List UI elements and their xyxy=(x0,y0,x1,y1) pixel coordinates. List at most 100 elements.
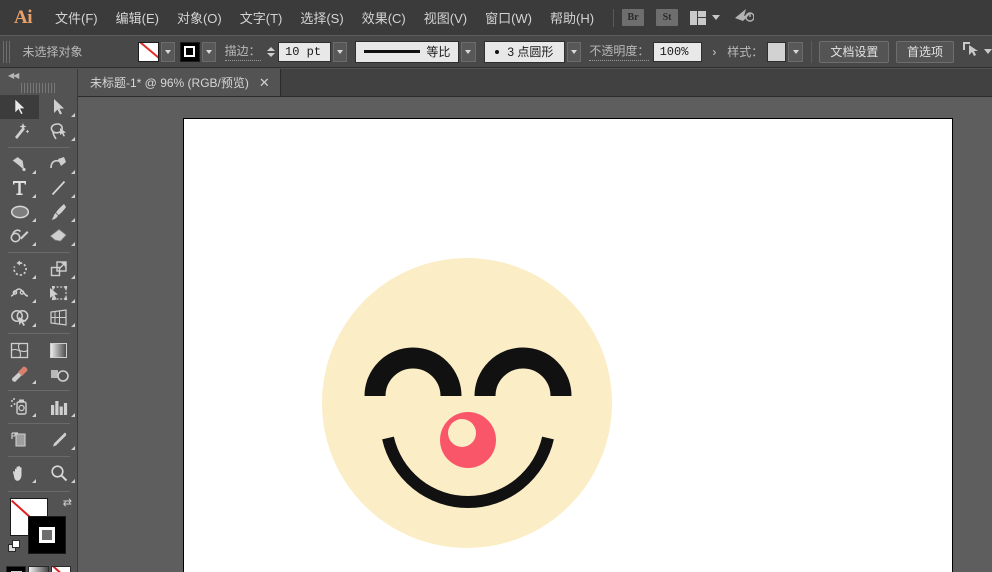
tool-type[interactable] xyxy=(0,176,39,200)
tool-ellipse[interactable] xyxy=(0,200,39,224)
graphic-style-dropdown[interactable] xyxy=(788,42,802,62)
mode-gradient[interactable] xyxy=(28,566,48,572)
tool-zoom[interactable] xyxy=(39,461,78,485)
tool-pen[interactable] xyxy=(0,152,39,176)
nose-highlight xyxy=(448,419,476,447)
tool-selection[interactable] xyxy=(0,95,39,119)
document-setup-button[interactable]: 文档设置 xyxy=(819,41,889,63)
align-to-selection-icon[interactable] xyxy=(962,41,980,62)
canvas-area[interactable]: 学网 stem.com xyxy=(78,97,992,572)
stroke-weight-label: 描边： xyxy=(225,42,261,61)
menu-file[interactable]: 文件(F) xyxy=(46,0,107,35)
swap-fill-stroke-icon[interactable]: ⇄ xyxy=(63,498,72,509)
tool-perspective-grid[interactable] xyxy=(39,305,78,329)
opacity-label: 不透明度： xyxy=(589,42,649,61)
opacity-expand-icon[interactable]: › xyxy=(706,45,722,59)
tool-mesh[interactable] xyxy=(0,338,39,362)
stroke-weight-input[interactable]: 10 pt xyxy=(278,42,331,62)
tool-scale[interactable] xyxy=(39,257,78,281)
stroke-color-indicator[interactable] xyxy=(28,516,66,554)
tools-divider-6 xyxy=(8,456,70,457)
tool-line-segment[interactable] xyxy=(39,176,78,200)
tool-column-graph[interactable] xyxy=(39,395,78,419)
style-label: 样式： xyxy=(727,43,763,60)
tool-hand[interactable] xyxy=(0,461,39,485)
menu-edit[interactable]: 编辑(E) xyxy=(107,0,168,35)
tool-slice[interactable] xyxy=(39,428,78,452)
fill-stroke-controls: ⇄ xyxy=(0,498,78,562)
tool-artboard[interactable] xyxy=(0,428,39,452)
close-icon[interactable]: ✕ xyxy=(259,76,270,89)
stroke-profile-combo[interactable]: 等比 xyxy=(355,41,459,63)
color-mode-row xyxy=(0,562,77,572)
stroke-profile-label: 等比 xyxy=(426,43,450,60)
menu-bar: Ai 文件(F) 编辑(E) 对象(O) 文字(T) 选择(S) 效果(C) 视… xyxy=(0,0,992,35)
tool-width[interactable] xyxy=(0,281,39,305)
creative-cloud-icon[interactable] xyxy=(734,7,754,28)
menu-object[interactable]: 对象(O) xyxy=(168,0,231,35)
document-tab-bar: 未标题-1* @ 96% (RGB/预览) ✕ xyxy=(78,69,992,97)
menubar-divider xyxy=(613,9,614,27)
brush-definition-dropdown[interactable] xyxy=(567,42,581,62)
tool-paintbrush[interactable] xyxy=(39,200,78,224)
tool-eraser[interactable] xyxy=(39,224,78,248)
control-bar-divider xyxy=(811,41,812,63)
chevron-down-icon[interactable] xyxy=(712,15,720,20)
menu-window[interactable]: 窗口(W) xyxy=(476,0,541,35)
graphic-style-swatch[interactable] xyxy=(767,42,787,62)
stock-button[interactable]: St xyxy=(656,9,678,26)
fill-color-swatch[interactable] xyxy=(138,42,159,62)
fill-swatch-dropdown[interactable] xyxy=(161,42,175,62)
tool-shaper[interactable] xyxy=(0,224,39,248)
brush-definition-combo[interactable]: 3 点圆形 xyxy=(484,41,565,63)
tools-divider xyxy=(8,147,70,148)
menu-type[interactable]: 文字(T) xyxy=(231,0,292,35)
tool-free-transform[interactable] xyxy=(39,281,78,305)
tool-rotate[interactable] xyxy=(0,257,39,281)
tools-grid xyxy=(0,95,78,485)
tool-lasso[interactable] xyxy=(39,119,78,143)
smiley-face-artwork[interactable] xyxy=(320,256,620,561)
tool-blend[interactable] xyxy=(39,362,78,386)
control-bar: 未选择对象 描边： 10 pt 等比 3 点圆形 不透明度： 100% xyxy=(0,35,992,68)
document-tab[interactable]: 未标题-1* @ 96% (RGB/预览) ✕ xyxy=(78,69,281,96)
tools-panel: ◀◀ xyxy=(0,69,78,572)
tool-magic-wand[interactable] xyxy=(0,119,39,143)
control-bar-grip[interactable] xyxy=(3,41,10,63)
brush-preview-icon xyxy=(495,50,499,54)
menu-view[interactable]: 视图(V) xyxy=(415,0,476,35)
opacity-input[interactable]: 100% xyxy=(653,42,703,62)
tools-divider-7 xyxy=(8,491,70,492)
app-logo: Ai xyxy=(0,0,46,35)
tool-direct-selection[interactable] xyxy=(39,95,78,119)
stroke-weight-stepper[interactable] xyxy=(265,42,276,62)
selection-status: 未选择对象 xyxy=(15,43,138,60)
stroke-profile-dropdown[interactable] xyxy=(461,42,475,62)
tool-shape-builder[interactable] xyxy=(0,305,39,329)
tool-gradient[interactable] xyxy=(39,338,78,362)
tools-panel-grip[interactable] xyxy=(21,83,57,93)
collapse-panel-icon[interactable]: ◀◀ xyxy=(8,71,18,80)
illustrator-window: Ai 文件(F) 编辑(E) 对象(O) 文字(T) 选择(S) 效果(C) 视… xyxy=(0,0,992,572)
tool-symbol-sprayer[interactable] xyxy=(0,395,39,419)
menu-effect[interactable]: 效果(C) xyxy=(353,0,415,35)
stroke-color-swatch[interactable] xyxy=(180,42,201,62)
tools-panel-header: ◀◀ xyxy=(0,69,77,82)
tools-divider-5 xyxy=(8,423,70,424)
align-dropdown-chevron-icon[interactable] xyxy=(984,49,992,54)
mode-color[interactable] xyxy=(6,566,26,572)
bridge-button[interactable]: Br xyxy=(622,9,644,26)
tools-divider-3 xyxy=(8,333,70,334)
document-tab-title: 未标题-1* @ 96% (RGB/预览) xyxy=(90,74,249,91)
mode-none[interactable] xyxy=(51,566,71,572)
arrange-documents-icon[interactable] xyxy=(690,11,706,25)
menu-select[interactable]: 选择(S) xyxy=(291,0,352,35)
stroke-swatch-dropdown[interactable] xyxy=(202,42,216,62)
preferences-button[interactable]: 首选项 xyxy=(896,41,954,63)
menu-help[interactable]: 帮助(H) xyxy=(541,0,603,35)
artboard[interactable]: 学网 stem.com xyxy=(183,118,953,572)
stroke-weight-dropdown[interactable] xyxy=(333,42,347,62)
tool-eyedropper[interactable] xyxy=(0,362,39,386)
default-fill-stroke-icon[interactable] xyxy=(8,540,22,554)
tool-curvature[interactable] xyxy=(39,152,78,176)
